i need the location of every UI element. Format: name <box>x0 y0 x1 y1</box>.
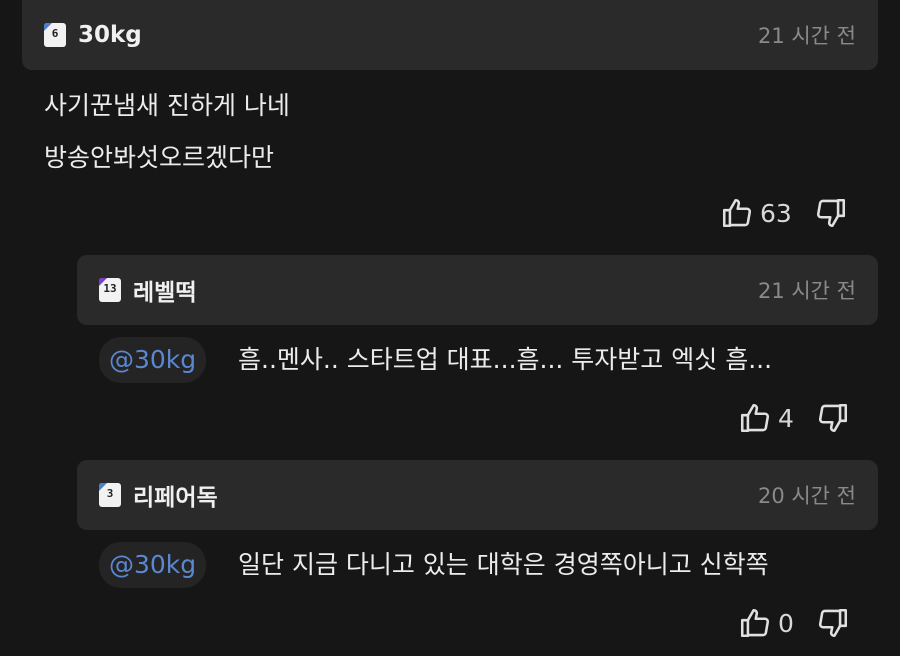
timestamp: 20 시간 전 <box>757 484 856 508</box>
timestamp: 21 시간 전 <box>757 279 856 303</box>
reply-header: 13 레벨떡 21 시간 전 <box>77 255 878 325</box>
thumbs-down-icon[interactable] <box>816 401 850 435</box>
username[interactable]: 리페어독 <box>133 478 218 512</box>
thumbs-up-icon[interactable] <box>738 401 772 435</box>
level-badge-icon: 3 <box>99 483 121 507</box>
thumbs-down-icon[interactable] <box>814 196 848 230</box>
thumbs-down-icon[interactable] <box>816 606 850 640</box>
reply-votes: 4 <box>738 401 850 435</box>
username[interactable]: 레벨떡 <box>133 273 196 307</box>
reply-text: 흠..멘사.. 스타트업 대표...흠... 투자받고 엑싯 흠... <box>238 345 773 374</box>
level-badge-icon: 6 <box>44 23 66 47</box>
reply-votes: 0 <box>738 606 850 640</box>
comment-votes: 63 <box>720 196 848 230</box>
mention-tag[interactable]: @30kg <box>99 337 207 383</box>
timestamp: 21 시간 전 <box>757 24 856 48</box>
mention-tag[interactable]: @30kg <box>99 542 207 588</box>
level-badge-icon: 13 <box>99 278 121 302</box>
thumbs-up-icon[interactable] <box>738 606 772 640</box>
like-count: 0 <box>778 608 794 638</box>
like-count: 63 <box>760 198 792 228</box>
username[interactable]: 30kg <box>78 22 142 48</box>
like-count: 4 <box>778 403 794 433</box>
thumbs-up-icon[interactable] <box>720 196 754 230</box>
comment-text: 사기꾼냄새 진하게 나네 방송안봐섯오르겠다만 <box>44 91 290 172</box>
reply-header: 3 리페어독 20 시간 전 <box>77 460 878 530</box>
comment-header: 6 30kg 21 시간 전 <box>22 0 878 70</box>
reply-text: 일단 지금 다니고 있는 대학은 경영쪽아니고 신학쪽 <box>238 550 769 579</box>
